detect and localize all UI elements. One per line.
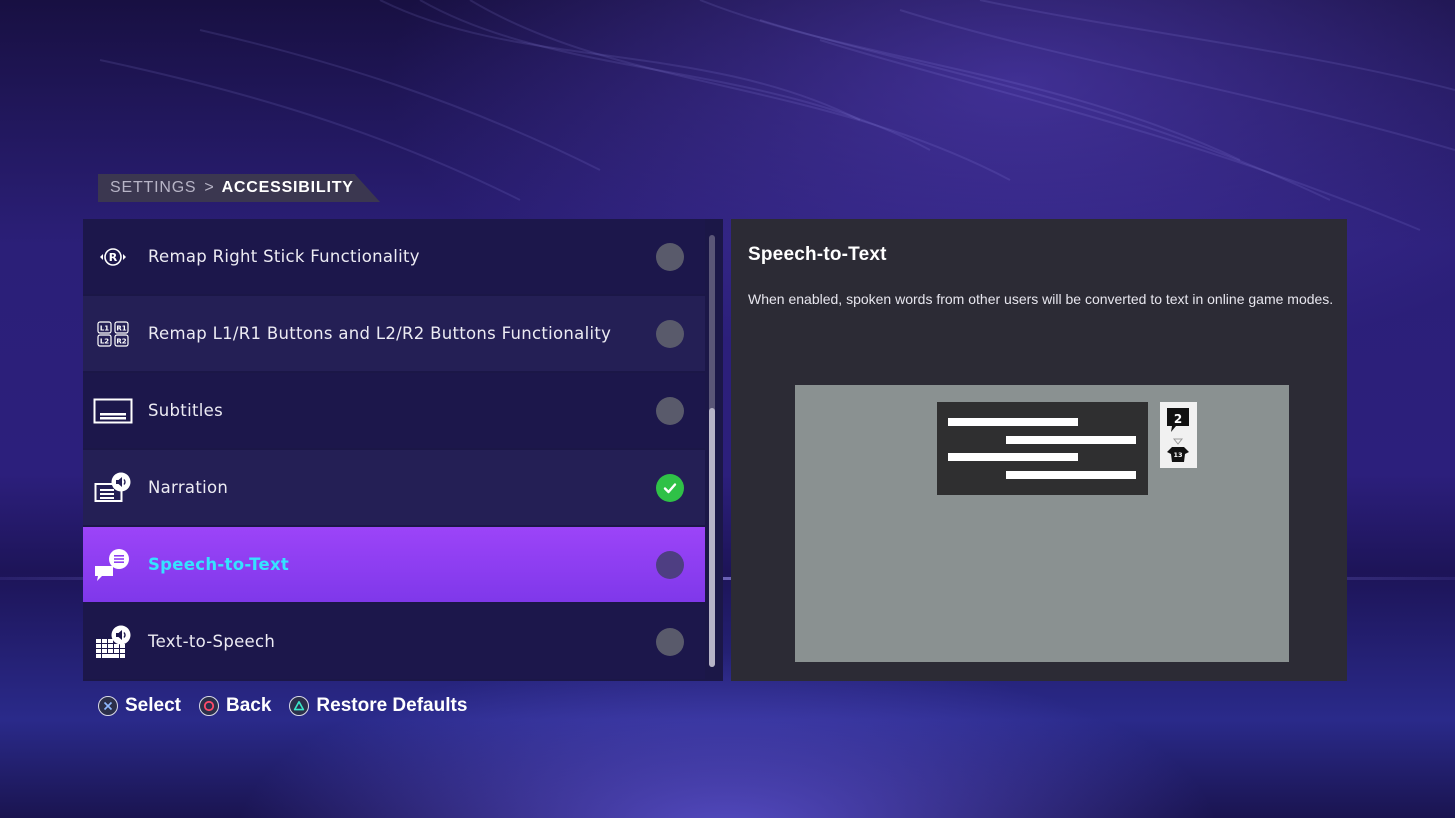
preview-badge-number: 2	[1174, 412, 1182, 426]
setting-row-text-to-speech[interactable]: Text-to-Speech	[83, 604, 705, 679]
text-to-speech-icon	[93, 624, 133, 660]
preview-player-indicator: 2 13	[1160, 402, 1197, 468]
circle-button-icon	[198, 696, 219, 716]
setting-label: Narration	[148, 478, 229, 497]
setting-label: Text-to-Speech	[148, 632, 276, 651]
setting-toggle[interactable]	[656, 396, 684, 425]
scrollbar-thumb[interactable]	[709, 408, 715, 667]
preview-chat-box	[937, 402, 1148, 495]
setting-toggle[interactable]	[656, 319, 684, 348]
r1-glyph: R1	[116, 325, 126, 333]
breadcrumb: SETTINGS > ACCESSIBILITY	[98, 174, 380, 202]
r2-glyph: R2	[116, 338, 126, 346]
cross-button-icon	[98, 696, 118, 716]
right-stick-letter: R	[109, 251, 118, 264]
narration-icon	[93, 470, 133, 506]
button-hints: Select Back Restore Defaults	[98, 694, 485, 718]
hint-restore-defaults[interactable]: Restore Defaults	[289, 695, 467, 717]
checkmark-icon	[663, 482, 677, 493]
detail-panel: Speech-to-Text When enabled, spoken word…	[731, 219, 1347, 681]
setting-toggle[interactable]	[656, 242, 684, 271]
setting-row-speech-to-text[interactable]: Speech-to-Text	[83, 527, 705, 602]
setting-toggle[interactable]	[656, 473, 684, 502]
breadcrumb-settings[interactable]: SETTINGS	[110, 179, 196, 197]
settings-list: R Remap Right Stick Functionality L1 R1 …	[83, 219, 723, 681]
preview-image: 2 13	[795, 385, 1289, 662]
hint-select[interactable]: Select	[98, 695, 181, 717]
setting-row-remap-shoulder-buttons[interactable]: L1 R1 L2 R2 Remap L1/R1 Buttons and L2/R…	[83, 296, 705, 371]
detail-description: When enabled, spoken words from other us…	[748, 291, 1334, 307]
scrollbar[interactable]	[709, 235, 715, 667]
preview-player-number: 13	[1173, 451, 1182, 459]
setting-label: Subtitles	[148, 401, 223, 420]
l2-glyph: L2	[100, 338, 109, 346]
setting-row-remap-right-stick[interactable]: R Remap Right Stick Functionality	[83, 219, 705, 294]
detail-title: Speech-to-Text	[748, 244, 887, 265]
setting-label: Remap L1/R1 Buttons and L2/R2 Buttons Fu…	[148, 324, 612, 343]
breadcrumb-accessibility: ACCESSIBILITY	[221, 179, 354, 196]
setting-row-narration[interactable]: Narration	[83, 450, 705, 525]
hint-restore-defaults-label: Restore Defaults	[316, 695, 468, 716]
setting-toggle[interactable]	[656, 550, 684, 579]
speech-to-text-icon	[93, 547, 133, 583]
setting-label: Remap Right Stick Functionality	[148, 247, 420, 266]
hint-select-label: Select	[125, 695, 181, 716]
setting-toggle[interactable]	[656, 627, 684, 656]
triangle-button-icon	[289, 696, 310, 716]
l1-glyph: L1	[100, 325, 109, 333]
shoulder-buttons-icon: L1 R1 L2 R2	[93, 316, 133, 352]
hint-back-label: Back	[225, 695, 272, 716]
setting-label: Speech-to-Text	[148, 555, 290, 574]
setting-row-subtitles[interactable]: Subtitles	[83, 373, 705, 448]
subtitles-icon	[93, 393, 133, 429]
hint-back[interactable]: Back	[198, 695, 272, 717]
chevron-right-icon: >	[204, 179, 215, 196]
right-stick-icon: R	[93, 239, 133, 275]
